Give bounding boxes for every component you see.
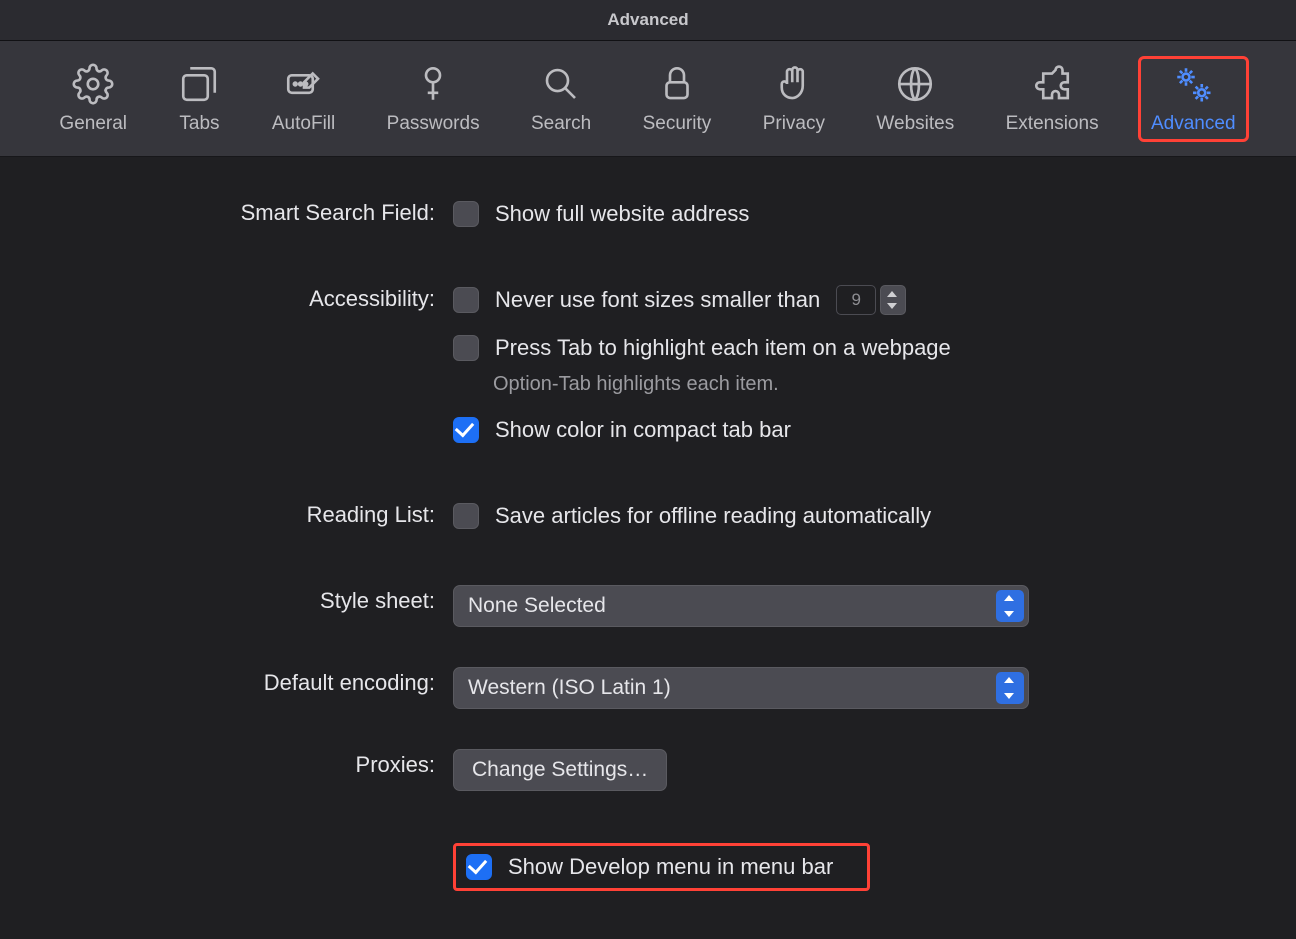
key-icon <box>412 63 454 105</box>
tab-passwords[interactable]: Passwords <box>375 63 492 135</box>
stylesheet-label: Style sheet: <box>60 585 453 614</box>
tab-label: Tabs <box>179 113 219 135</box>
min-font-size-stepper[interactable] <box>880 285 906 315</box>
save-offline-label: Save articles for offline reading automa… <box>495 503 931 529</box>
tab-websites[interactable]: Websites <box>864 63 966 135</box>
tab-label: Security <box>643 113 712 135</box>
chevron-updown-icon <box>996 672 1024 704</box>
lock-icon <box>656 63 698 105</box>
tab-security[interactable]: Security <box>631 63 724 135</box>
puzzle-icon <box>1031 63 1073 105</box>
tab-label: Search <box>531 113 591 135</box>
search-icon <box>540 63 582 105</box>
default-encoding-popup[interactable]: Western (ISO Latin 1) <box>453 667 1029 709</box>
reading-list-label: Reading List: <box>60 499 453 528</box>
press-tab-label: Press Tab to highlight each item on a we… <box>495 335 951 361</box>
press-tab-checkbox[interactable] <box>453 335 479 361</box>
stylesheet-value: None Selected <box>468 594 606 618</box>
tab-advanced[interactable]: Advanced <box>1138 56 1249 142</box>
min-font-size-label: Never use font sizes smaller than <box>495 287 820 313</box>
preferences-toolbar: General Tabs AutoFill Passwords Search S… <box>0 41 1296 157</box>
show-full-address-checkbox[interactable] <box>453 201 479 227</box>
tab-label: Extensions <box>1006 113 1099 135</box>
change-proxy-settings-button[interactable]: Change Settings… <box>453 749 667 791</box>
show-develop-menu-label: Show Develop menu in menu bar <box>508 854 833 880</box>
tab-tabs[interactable]: Tabs <box>166 63 232 135</box>
tabs-icon <box>178 63 220 105</box>
tab-label: Privacy <box>763 113 825 135</box>
tab-general[interactable]: General <box>47 63 139 135</box>
develop-menu-highlight: Show Develop menu in menu bar <box>453 843 870 891</box>
gears-icon <box>1172 63 1214 105</box>
hand-icon <box>773 63 815 105</box>
tab-label: AutoFill <box>272 113 335 135</box>
show-develop-menu-checkbox[interactable] <box>466 854 492 880</box>
show-full-address-label: Show full website address <box>495 201 749 227</box>
tab-label: Websites <box>876 113 954 135</box>
tab-label: General <box>59 113 127 135</box>
save-offline-checkbox[interactable] <box>453 503 479 529</box>
tab-autofill[interactable]: AutoFill <box>260 63 347 135</box>
press-tab-hint: Option-Tab highlights each item. <box>493 373 779 396</box>
tab-label: Advanced <box>1151 113 1236 135</box>
default-encoding-value: Western (ISO Latin 1) <box>468 676 671 700</box>
autofill-pencil-icon <box>283 63 325 105</box>
tab-extensions[interactable]: Extensions <box>994 63 1111 135</box>
tab-search[interactable]: Search <box>519 63 603 135</box>
accessibility-label: Accessibility: <box>60 283 453 312</box>
min-font-size-field[interactable]: 9 <box>836 285 876 315</box>
tab-label: Passwords <box>387 113 480 135</box>
proxies-label: Proxies: <box>60 749 453 778</box>
smart-search-label: Smart Search Field: <box>60 197 453 226</box>
tab-privacy[interactable]: Privacy <box>751 63 837 135</box>
window-title: Advanced <box>0 0 1296 41</box>
advanced-form: Smart Search Field: Show full website ad… <box>0 157 1296 939</box>
min-font-size-checkbox[interactable] <box>453 287 479 313</box>
compact-tab-color-checkbox[interactable] <box>453 417 479 443</box>
stylesheet-popup[interactable]: None Selected <box>453 585 1029 627</box>
compact-tab-color-label: Show color in compact tab bar <box>495 417 791 443</box>
chevron-updown-icon <box>996 590 1024 622</box>
default-encoding-label: Default encoding: <box>60 667 453 696</box>
gear-icon <box>72 63 114 105</box>
globe-icon <box>894 63 936 105</box>
